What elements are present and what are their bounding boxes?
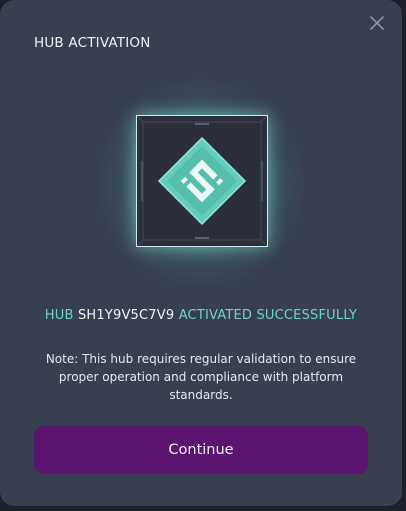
- close-button[interactable]: [366, 12, 388, 34]
- close-icon: [370, 16, 384, 30]
- hub-id: SH1Y9V5C7V9: [77, 308, 175, 323]
- hub-activation-modal: HUB ACTIVATION HUB SH1Y9V5C7V9 ACTIVATED…: [0, 0, 402, 506]
- activation-status: HUB SH1Y9V5C7V9 ACTIVATED SUCCESSFULLY: [0, 308, 402, 323]
- hub-diamond-logo-icon: [137, 116, 267, 246]
- hub-frame: [136, 115, 268, 247]
- hub-illustration: [96, 78, 306, 288]
- status-suffix: ACTIVATED SUCCESSFULLY: [178, 308, 358, 323]
- modal-title: HUB ACTIVATION: [34, 35, 151, 51]
- validation-note: Note: This hub requires regular validati…: [45, 352, 357, 402]
- status-prefix: HUB: [44, 308, 74, 323]
- continue-button[interactable]: Continue: [34, 426, 368, 474]
